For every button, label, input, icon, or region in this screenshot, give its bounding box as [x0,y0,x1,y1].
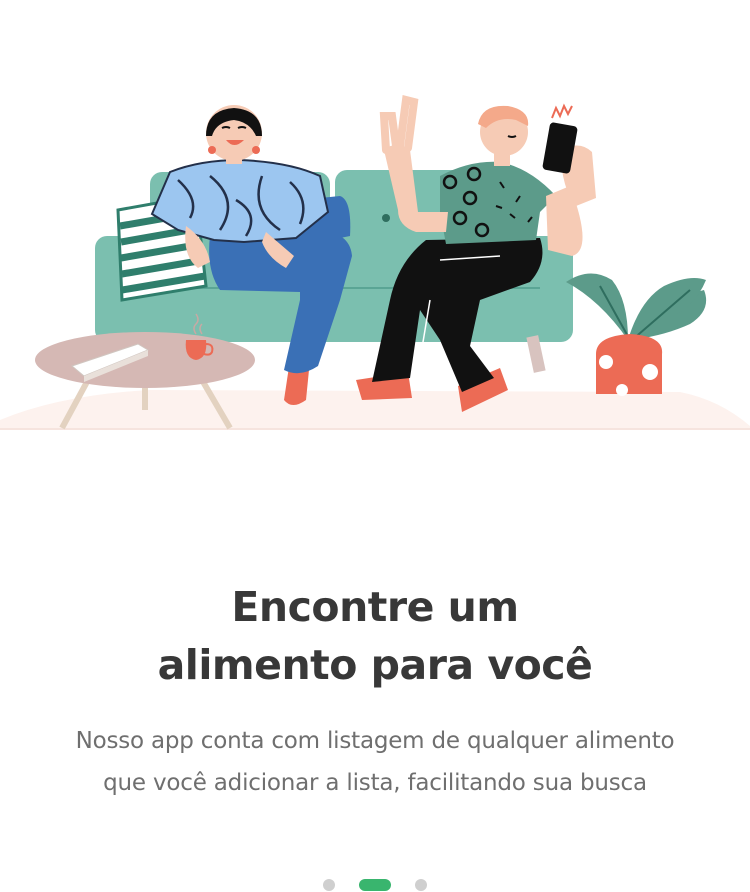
page-title: Encontre um alimento para você [0,578,750,694]
page-indicator-dot-3[interactable] [415,879,427,891]
page-indicator [0,878,750,892]
page-title-line-2: alimento para você [157,641,593,689]
page-description: Nosso app conta com listagem de qualquer… [20,720,730,804]
page-title-line-1: Encontre um [231,583,519,631]
two-people-on-couch-illustration [0,95,750,430]
page-description-line-1: Nosso app conta com listagem de qualquer… [75,728,675,754]
potted-plant [566,273,707,396]
page-indicator-dot-1[interactable] [323,879,335,891]
page-description-line-2: que você adicionar a lista, facilitando … [103,770,647,796]
floor-line [0,428,750,430]
page-indicator-dot-2-active[interactable] [359,879,391,891]
